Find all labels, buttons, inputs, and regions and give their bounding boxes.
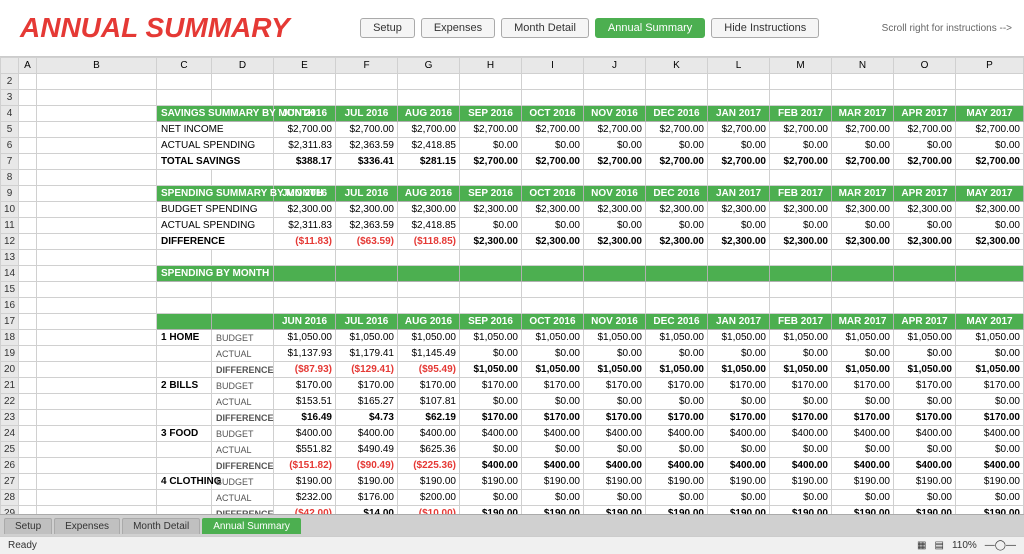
spending-category-row: 181 HOMEBUDGET$1,050.00$1,050.00$1,050.0… <box>1 330 1024 346</box>
row-2: 2 <box>1 74 1024 90</box>
spending-summary-data-row: 11ACTUAL SPENDING$2,311.83$2,363.59$2,41… <box>1 218 1024 234</box>
toolbar-btn-annual-summary[interactable]: Annual Summary <box>595 18 705 38</box>
spending-category-row: 19ACTUAL$1,137.93$1,179.41$1,145.49$0.00… <box>1 346 1024 362</box>
toolbar-btn-month-detail[interactable]: Month Detail <box>501 18 589 38</box>
row-3: 3 <box>1 90 1024 106</box>
spending-category-row: 25ACTUAL$551.82$490.49$625.36$0.00$0.00$… <box>1 442 1024 458</box>
row-15: 15 <box>1 282 1024 298</box>
toolbar-btn-hide-instructions[interactable]: Hide Instructions <box>711 18 819 38</box>
spending-category-row: 20DIFFERENCE($87.93)($129.41)($95.49)$1,… <box>1 362 1024 378</box>
savings-data-row: 6ACTUAL SPENDING$2,311.83$2,363.59$2,418… <box>1 138 1024 154</box>
toolbar-btn-setup[interactable]: Setup <box>360 18 415 38</box>
tab-month-detail[interactable]: Month Detail <box>122 518 200 534</box>
savings-data-row: 7TOTAL SAVINGS$388.17$336.41$281.15$2,70… <box>1 154 1024 170</box>
spending-category-row: 23DIFFERENCE$16.49$4.73$62.19$170.00$170… <box>1 410 1024 426</box>
tab-expenses[interactable]: Expenses <box>54 518 120 534</box>
spending-summary-data-row: 12DIFFERENCE($11.83)($63.59)($118.85)$2,… <box>1 234 1024 250</box>
spending-category-row: 29DIFFERENCE($42.00)$14.00($10.00)$190.0… <box>1 506 1024 515</box>
col-headers-row: ABCDEFGHIJKLMNOPQRST <box>1 58 1024 74</box>
spending-summary-data-row: 10BUDGET SPENDING$2,300.00$2,300.00$2,30… <box>1 202 1024 218</box>
row-8: 8 <box>1 170 1024 186</box>
row-16: 16 <box>1 298 1024 314</box>
spending-category-row: 26DIFFERENCE($151.82)($90.49)($225.36)$4… <box>1 458 1024 474</box>
toolbar-btn-expenses[interactable]: Expenses <box>421 18 495 38</box>
status-zoom-slider[interactable]: —◯— <box>985 540 1016 551</box>
tab-annual-summary[interactable]: Annual Summary <box>202 518 301 534</box>
row-13: 13 <box>1 250 1024 266</box>
spending-category-row: 212 BILLSBUDGET$170.00$170.00$170.00$170… <box>1 378 1024 394</box>
spending-by-month-col-header-row: 17JUN 2016JUL 2016AUG 2016SEP 2016OCT 20… <box>1 314 1024 330</box>
savings-data-row: 5NET INCOME$2,700.00$2,700.00$2,700.00$2… <box>1 122 1024 138</box>
spending-category-row: 22ACTUAL$153.51$165.27$107.81$0.00$0.00$… <box>1 394 1024 410</box>
status-zoom: 110% <box>952 540 977 551</box>
scroll-hint: Scroll right for instructions --> <box>882 23 1012 34</box>
savings-header-row: 4SAVINGS SUMMARY BY MONTHJUN 2016JUL 201… <box>1 106 1024 122</box>
spending-category-row: 243 FOODBUDGET$400.00$400.00$400.00$400.… <box>1 426 1024 442</box>
spending-summary-header-row: 9SPENDING SUMMARY BY MONTHJUN 2016JUL 20… <box>1 186 1024 202</box>
spending-by-month-header-row: 14SPENDING BY MONTH <box>1 266 1024 282</box>
status-view-normal[interactable]: ▦ <box>917 540 926 551</box>
tab-setup[interactable]: Setup <box>4 518 52 534</box>
status-ready: Ready <box>8 540 37 551</box>
main-title: ANNUAL SUMMARY <box>20 8 290 48</box>
spending-category-row: 28ACTUAL$232.00$176.00$200.00$0.00$0.00$… <box>1 490 1024 506</box>
spending-category-row: 274 CLOTHINGBUDGET$190.00$190.00$190.00$… <box>1 474 1024 490</box>
status-view-layout[interactable]: ▤ <box>935 540 944 551</box>
